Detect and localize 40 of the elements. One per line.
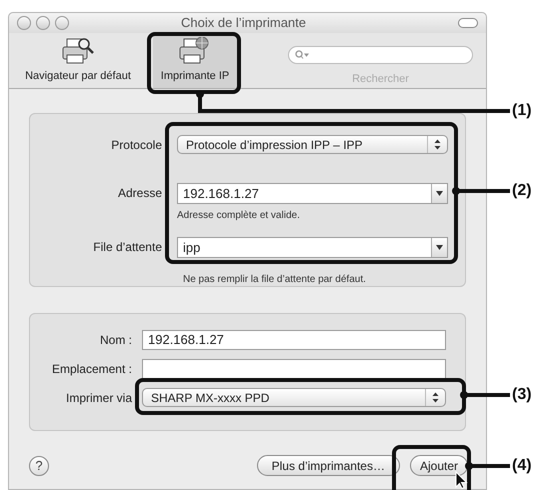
callout-label: (4)	[512, 456, 532, 476]
pointer-cursor-icon	[456, 470, 468, 490]
text-field[interactable]	[142, 359, 446, 379]
toolbar-button[interactable]: Navigateur par défaut	[9, 33, 147, 88]
field-label: Protocole	[110, 137, 162, 154]
zoom-window-button[interactable]	[55, 16, 69, 30]
callout-label: (2)	[512, 181, 532, 201]
up-down-arrows-icon	[434, 139, 441, 150]
more-printers-button[interactable]: Plus d’imprimantes…	[256, 455, 400, 476]
dropdown-arrow-icon	[436, 245, 443, 250]
field-label: Nom :	[98, 332, 132, 349]
add-button[interactable]: Ajouter	[410, 455, 468, 476]
hint-text: Adresse complète et valide.	[177, 209, 301, 223]
search-field[interactable]	[288, 46, 473, 64]
combo-field[interactable]: ipp	[177, 237, 448, 258]
leader-line	[465, 462, 510, 470]
close-window-button[interactable]	[17, 16, 31, 30]
toolbar-button[interactable]: Imprimante IP	[153, 33, 237, 88]
combo-field[interactable]: 192.168.1.27	[177, 183, 448, 204]
minimize-window-button[interactable]	[36, 16, 50, 30]
field-label: Emplacement :	[50, 361, 132, 378]
search-icon	[295, 50, 309, 60]
field-label: Imprimer via	[64, 390, 132, 406]
search-label: Rechercher	[352, 72, 409, 87]
field-label: File d’attente	[92, 239, 162, 256]
field-label: Adresse	[116, 185, 162, 202]
leader-line	[460, 391, 510, 399]
dropdown-arrow-icon	[436, 191, 443, 196]
callout-label: (3)	[512, 385, 532, 405]
hint-text: Ne pas remplir la file d’attente par défaut.	[183, 273, 367, 287]
printer-icon	[61, 37, 95, 65]
leader-line	[452, 187, 510, 195]
window-title: Choix de l’imprimante	[181, 14, 306, 32]
popup-menu[interactable]: Protocole d’impression IPP – IPP	[177, 135, 448, 154]
popup-menu[interactable]: SHARP MX-xxxx PPD	[142, 388, 446, 407]
help-button[interactable]: ?	[29, 456, 49, 476]
up-down-arrows-icon	[432, 392, 439, 403]
toolbar-toggle-button[interactable]	[458, 18, 478, 28]
callout-label: (1)	[512, 101, 532, 121]
text-field[interactable]: 192.168.1.27	[142, 330, 446, 350]
